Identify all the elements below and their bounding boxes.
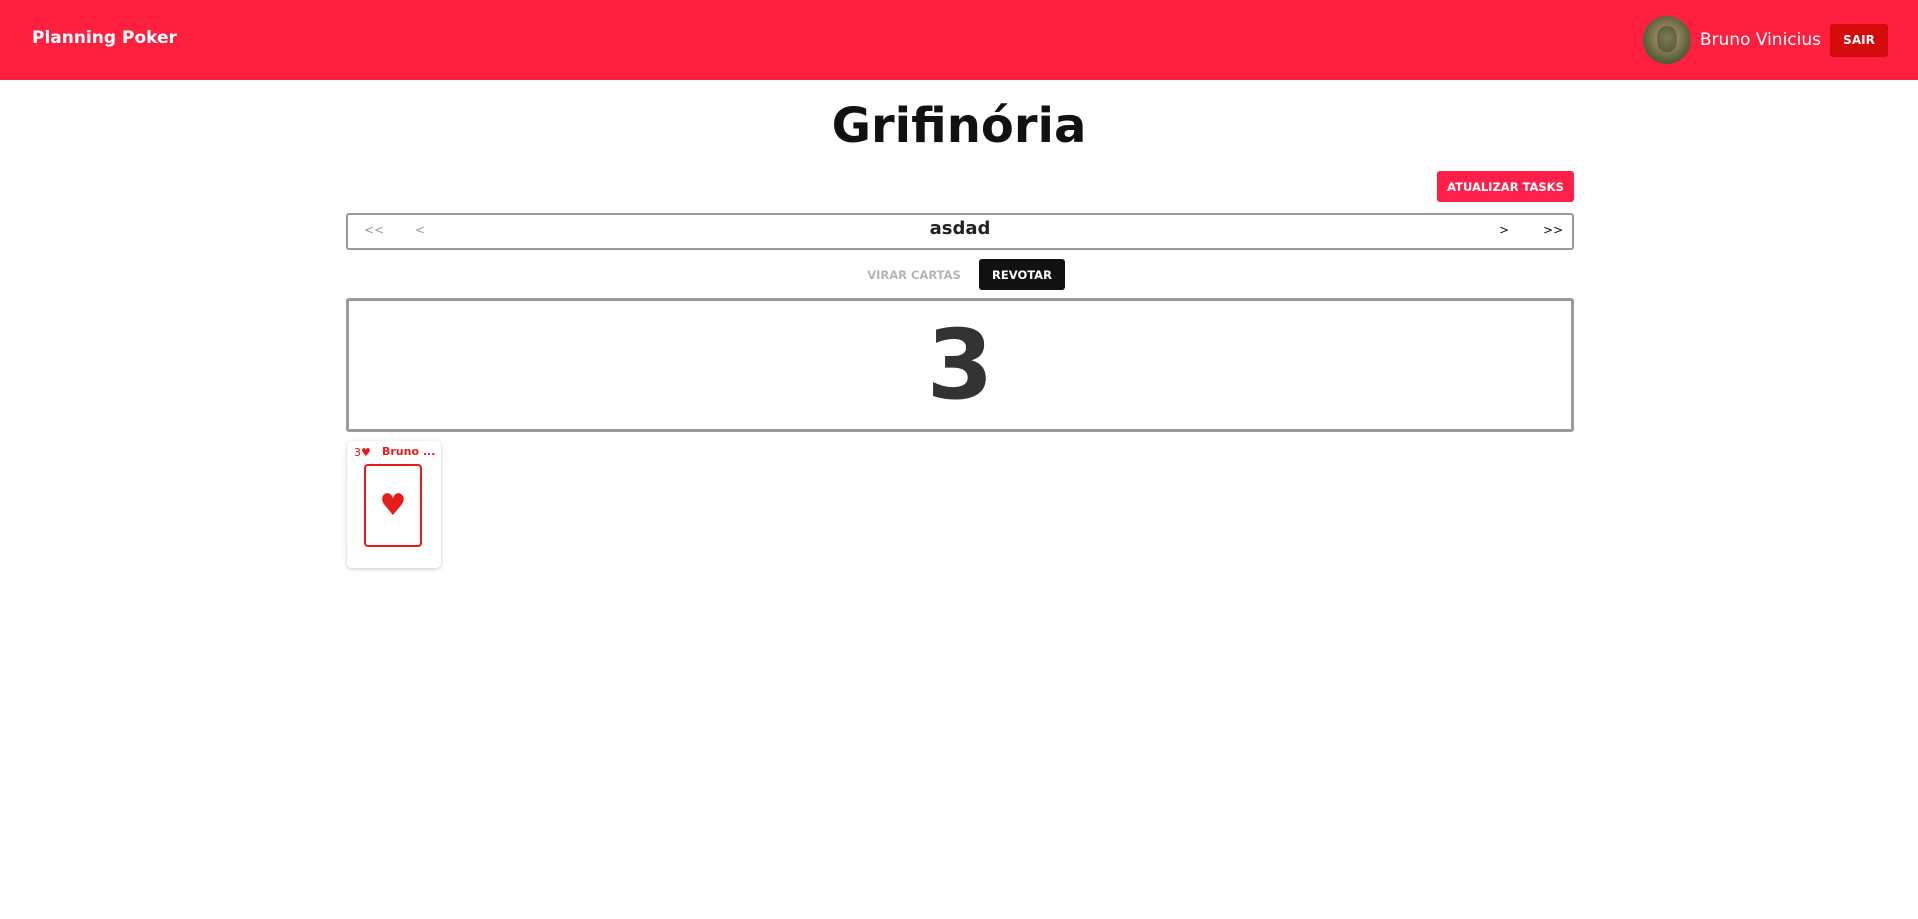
room-title: Grifinória bbox=[831, 98, 1087, 154]
update-tasks-button[interactable]: ATUALIZAR TASKS bbox=[1437, 171, 1574, 202]
first-task-button[interactable]: << bbox=[364, 223, 384, 237]
card-voter-name: Bruno ... bbox=[382, 445, 436, 458]
next-task-button[interactable]: > bbox=[1499, 223, 1509, 237]
revote-button[interactable]: REVOTAR bbox=[979, 259, 1065, 290]
card-corner-value: 3♥ bbox=[354, 446, 371, 459]
brand-title[interactable]: Planning Poker bbox=[32, 28, 177, 48]
flip-cards-button[interactable]: VIRAR CARTAS bbox=[860, 259, 968, 290]
task-navigator: << < asdad > >> bbox=[346, 213, 1574, 250]
user-avatar bbox=[1642, 16, 1691, 64]
last-task-button[interactable]: >> bbox=[1543, 223, 1563, 237]
result-value: 3 bbox=[926, 309, 994, 421]
top-navbar: Planning Poker Bruno Vinicius SAIR bbox=[0, 0, 1918, 80]
user-name: Bruno Vinicius bbox=[1699, 30, 1821, 50]
user-menu: Bruno Vinicius SAIR bbox=[1642, 15, 1888, 65]
result-panel: 3 bbox=[346, 298, 1574, 432]
previous-task-button[interactable]: < bbox=[415, 223, 425, 237]
vote-card[interactable]: 3♥ Bruno ... ♥ bbox=[347, 441, 441, 568]
heart-icon: ♥ bbox=[379, 488, 407, 523]
current-task-name: asdad bbox=[929, 218, 991, 239]
logout-button[interactable]: SAIR bbox=[1830, 23, 1888, 57]
card-face: ♥ bbox=[364, 464, 422, 547]
